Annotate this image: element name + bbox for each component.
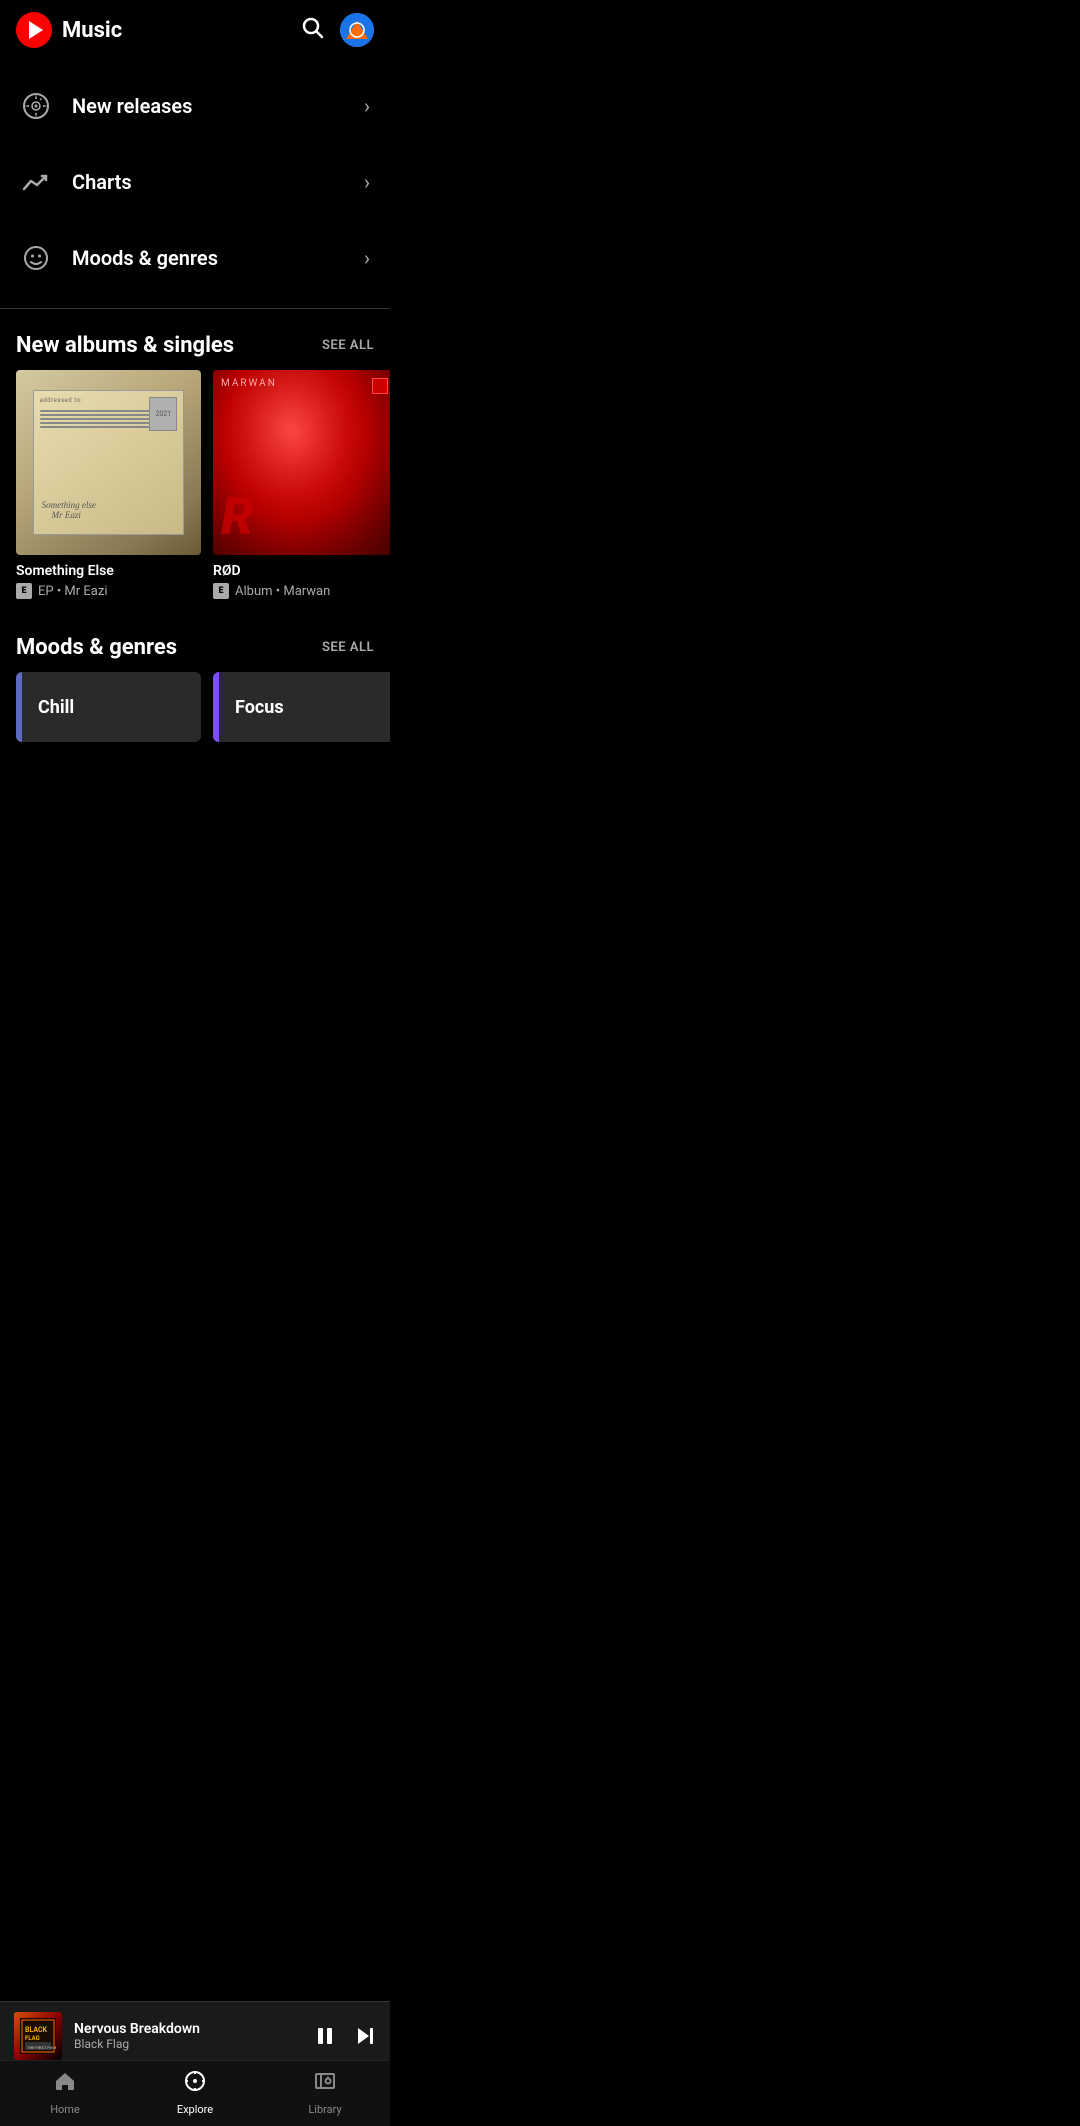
new-releases-chevron: › (364, 94, 370, 118)
nav-tab-explore[interactable]: Explore (165, 2069, 225, 2116)
avatar[interactable] (340, 13, 374, 47)
new-albums-see-all[interactable]: SEE ALL (322, 338, 374, 353)
header-right (300, 13, 374, 47)
bottom-nav: Home Explore Library (0, 2060, 390, 2126)
moods-genres-see-all[interactable]: SEE ALL (322, 640, 374, 655)
nav-tab-home[interactable]: Home (35, 2069, 95, 2116)
moods-genres-header: Moods & genres SEE ALL (0, 615, 390, 672)
album-card-rod[interactable]: MARWAN R RØD E Album • Marwan (213, 370, 390, 599)
now-playing-info: Nervous Breakdown Black Flag (74, 2021, 302, 2051)
albums-scroll: addressed to: 2021 Something elseMr Eazi (0, 370, 390, 615)
svg-text:FLAG: FLAG (25, 2035, 40, 2042)
album-art-rod: MARWAN R (213, 370, 390, 555)
charts-icon (20, 166, 52, 198)
album-meta-rod: E Album • Marwan (213, 583, 390, 599)
new-albums-title: New albums & singles (16, 333, 234, 358)
nav-item-moods-genres[interactable]: Moods & genres › (0, 220, 390, 296)
nav-item-charts[interactable]: Charts › (0, 144, 390, 220)
nav-item-moods-left: Moods & genres (20, 242, 218, 274)
explicit-badge-something-else: E (16, 583, 32, 599)
nav-menu: New releases › Charts › (0, 60, 390, 304)
svg-text:THE FIRST FOUR YEARS: THE FIRST FOUR YEARS (27, 2045, 56, 2050)
np-art-inner: BLACK FLAG THE FIRST FOUR YEARS (14, 2012, 62, 2060)
album-card-something-else[interactable]: addressed to: 2021 Something elseMr Eazi (16, 370, 201, 599)
youtube-music-logo[interactable] (16, 12, 52, 48)
new-releases-label: New releases (72, 94, 192, 118)
play-triangle (29, 21, 43, 39)
now-playing-art: BLACK FLAG THE FIRST FOUR YEARS (14, 2012, 62, 2060)
album-meta-text-something-else: EP • Mr Eazi (38, 584, 107, 599)
app-header: Music (0, 0, 390, 60)
moods-icon (20, 242, 52, 274)
album-meta-something-else: E EP • Mr Eazi (16, 583, 201, 599)
nav-item-new-releases[interactable]: New releases › (0, 68, 390, 144)
app-title: Music (62, 18, 122, 43)
nav-tab-library[interactable]: Library (295, 2069, 355, 2116)
moods-scroll: Chill Focus (0, 672, 390, 758)
search-icon[interactable] (300, 15, 324, 45)
now-playing-title: Nervous Breakdown (74, 2021, 302, 2037)
explicit-badge-rod: E (213, 583, 229, 599)
moods-genres-label: Moods & genres (72, 246, 218, 270)
svg-text:BLACK: BLACK (25, 2026, 48, 2034)
home-tab-label: Home (50, 2103, 80, 2116)
mood-label-chill: Chill (22, 697, 74, 718)
now-playing-controls (314, 2025, 376, 2047)
charts-label: Charts (72, 170, 132, 194)
nav-item-new-releases-left: New releases (20, 90, 192, 122)
album-meta-text-rod: Album • Marwan (235, 584, 330, 599)
album-art-something-else: addressed to: 2021 Something elseMr Eazi (16, 370, 201, 555)
section-divider (0, 308, 390, 309)
home-icon (53, 2069, 77, 2099)
pause-button[interactable] (314, 2025, 336, 2047)
mood-card-focus[interactable]: Focus (213, 672, 390, 742)
moods-genres-chevron: › (364, 246, 370, 270)
moods-genres-title: Moods & genres (16, 635, 177, 660)
main-content: New releases › Charts › (0, 60, 390, 878)
mood-card-chill[interactable]: Chill (16, 672, 201, 742)
library-tab-label: Library (308, 2103, 341, 2116)
now-playing-artist: Black Flag (74, 2037, 302, 2051)
new-releases-icon (20, 90, 52, 122)
explore-icon (183, 2069, 207, 2099)
header-left: Music (16, 12, 122, 48)
album-title-something-else: Something Else (16, 563, 201, 579)
mood-label-focus: Focus (219, 697, 284, 718)
library-icon (313, 2069, 337, 2099)
album-title-rod: RØD (213, 563, 390, 579)
explore-tab-label: Explore (177, 2103, 213, 2116)
nav-item-charts-left: Charts (20, 166, 132, 198)
next-button[interactable] (354, 2025, 376, 2047)
charts-chevron: › (364, 170, 370, 194)
new-albums-header: New albums & singles SEE ALL (0, 313, 390, 370)
